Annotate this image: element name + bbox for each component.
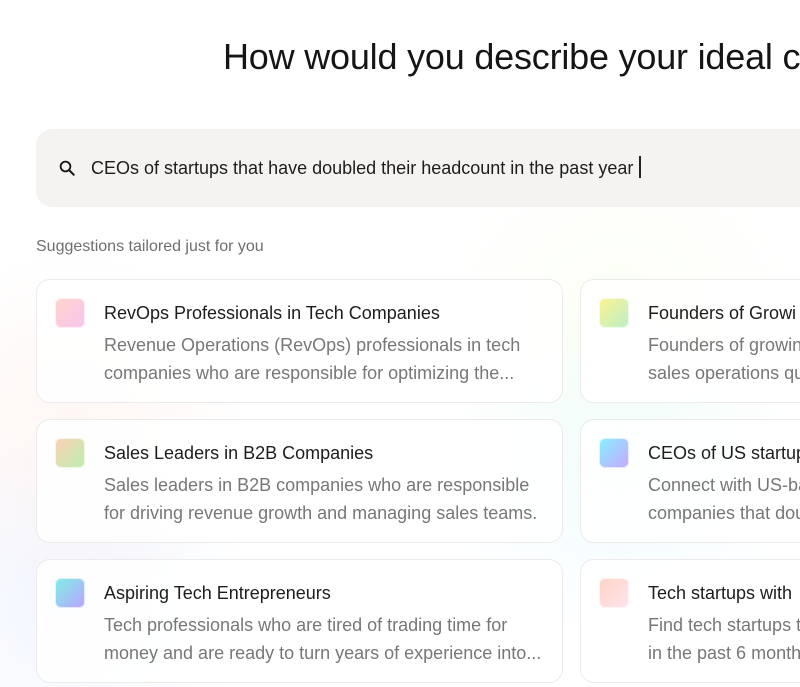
search-query-value: CEOs of startups that have doubled their… <box>91 158 634 178</box>
suggestion-card-ceos-us-startups[interactable]: CEOs of US startups Connect with US-ba c… <box>580 419 800 543</box>
suggestion-card-description: Sales leaders in B2B companies who are r… <box>104 471 549 527</box>
description-line: Tech professionals who are tired of trad… <box>104 615 508 635</box>
gradient-square-icon <box>55 298 85 328</box>
gradient-square-icon <box>599 438 629 468</box>
suggestion-card-title: CEOs of US startups <box>648 443 800 463</box>
suggestion-card-description: Find tech startups t in the past 6 month <box>648 611 800 667</box>
suggestion-card-description: Tech professionals who are tired of trad… <box>104 611 549 667</box>
suggestion-card-title: Sales Leaders in B2B Companies <box>104 443 374 463</box>
suggestion-card-aspiring-tech-entrepreneurs[interactable]: Aspiring Tech Entrepreneurs Tech profess… <box>36 559 563 683</box>
description-line: Sales leaders in B2B companies who are r… <box>104 475 530 495</box>
suggestion-card-tech-startups[interactable]: Tech startups with Find tech startups t … <box>580 559 800 683</box>
suggestion-card-title: Tech startups with <box>648 583 793 603</box>
description-line: Find tech startups t <box>648 615 800 635</box>
description-line: for driving revenue growth and managing … <box>104 503 538 523</box>
description-line: companies that dou <box>648 503 800 523</box>
gradient-square-icon <box>55 578 85 608</box>
suggestion-card-founders[interactable]: Founders of Growi Founders of growin sal… <box>580 279 800 403</box>
suggestion-card-description: Founders of growin sales operations qu <box>648 331 800 387</box>
search-input[interactable]: CEOs of startups that have doubled their… <box>36 129 800 207</box>
description-line: money and are ready to turn years of exp… <box>104 643 542 663</box>
suggestions-heading: Suggestions tailored just for you <box>36 238 264 255</box>
text-cursor <box>639 156 641 178</box>
suggestion-card-description: Revenue Operations (RevOps) professional… <box>104 331 549 387</box>
description-line: sales operations qu <box>648 363 800 383</box>
description-line: Founders of growin <box>648 335 800 355</box>
page-title: How would you describe your ideal cus <box>223 36 800 77</box>
search-icon <box>59 160 75 176</box>
suggestion-card-title: Founders of Growi <box>648 303 797 323</box>
suggestion-card-description: Connect with US-ba companies that dou <box>648 471 800 527</box>
suggestions-page: How would you describe your ideal cus CE… <box>0 0 800 687</box>
gradient-square-icon <box>55 438 85 468</box>
suggestion-card-sales-leaders[interactable]: Sales Leaders in B2B Companies Sales lea… <box>36 419 563 543</box>
description-line: companies who are responsible for optimi… <box>104 363 515 383</box>
suggestion-card-title: RevOps Professionals in Tech Companies <box>104 303 440 323</box>
description-line: Revenue Operations (RevOps) professional… <box>104 335 521 355</box>
search-query-text[interactable]: CEOs of startups that have doubled their… <box>91 156 641 180</box>
suggestion-card-revops-professionals[interactable]: RevOps Professionals in Tech Companies R… <box>36 279 563 403</box>
gradient-square-icon <box>599 578 629 608</box>
suggestion-card-title: Aspiring Tech Entrepreneurs <box>104 583 331 603</box>
description-line: Connect with US-ba <box>648 475 800 495</box>
description-line: in the past 6 month <box>648 643 800 663</box>
gradient-square-icon <box>599 298 629 328</box>
